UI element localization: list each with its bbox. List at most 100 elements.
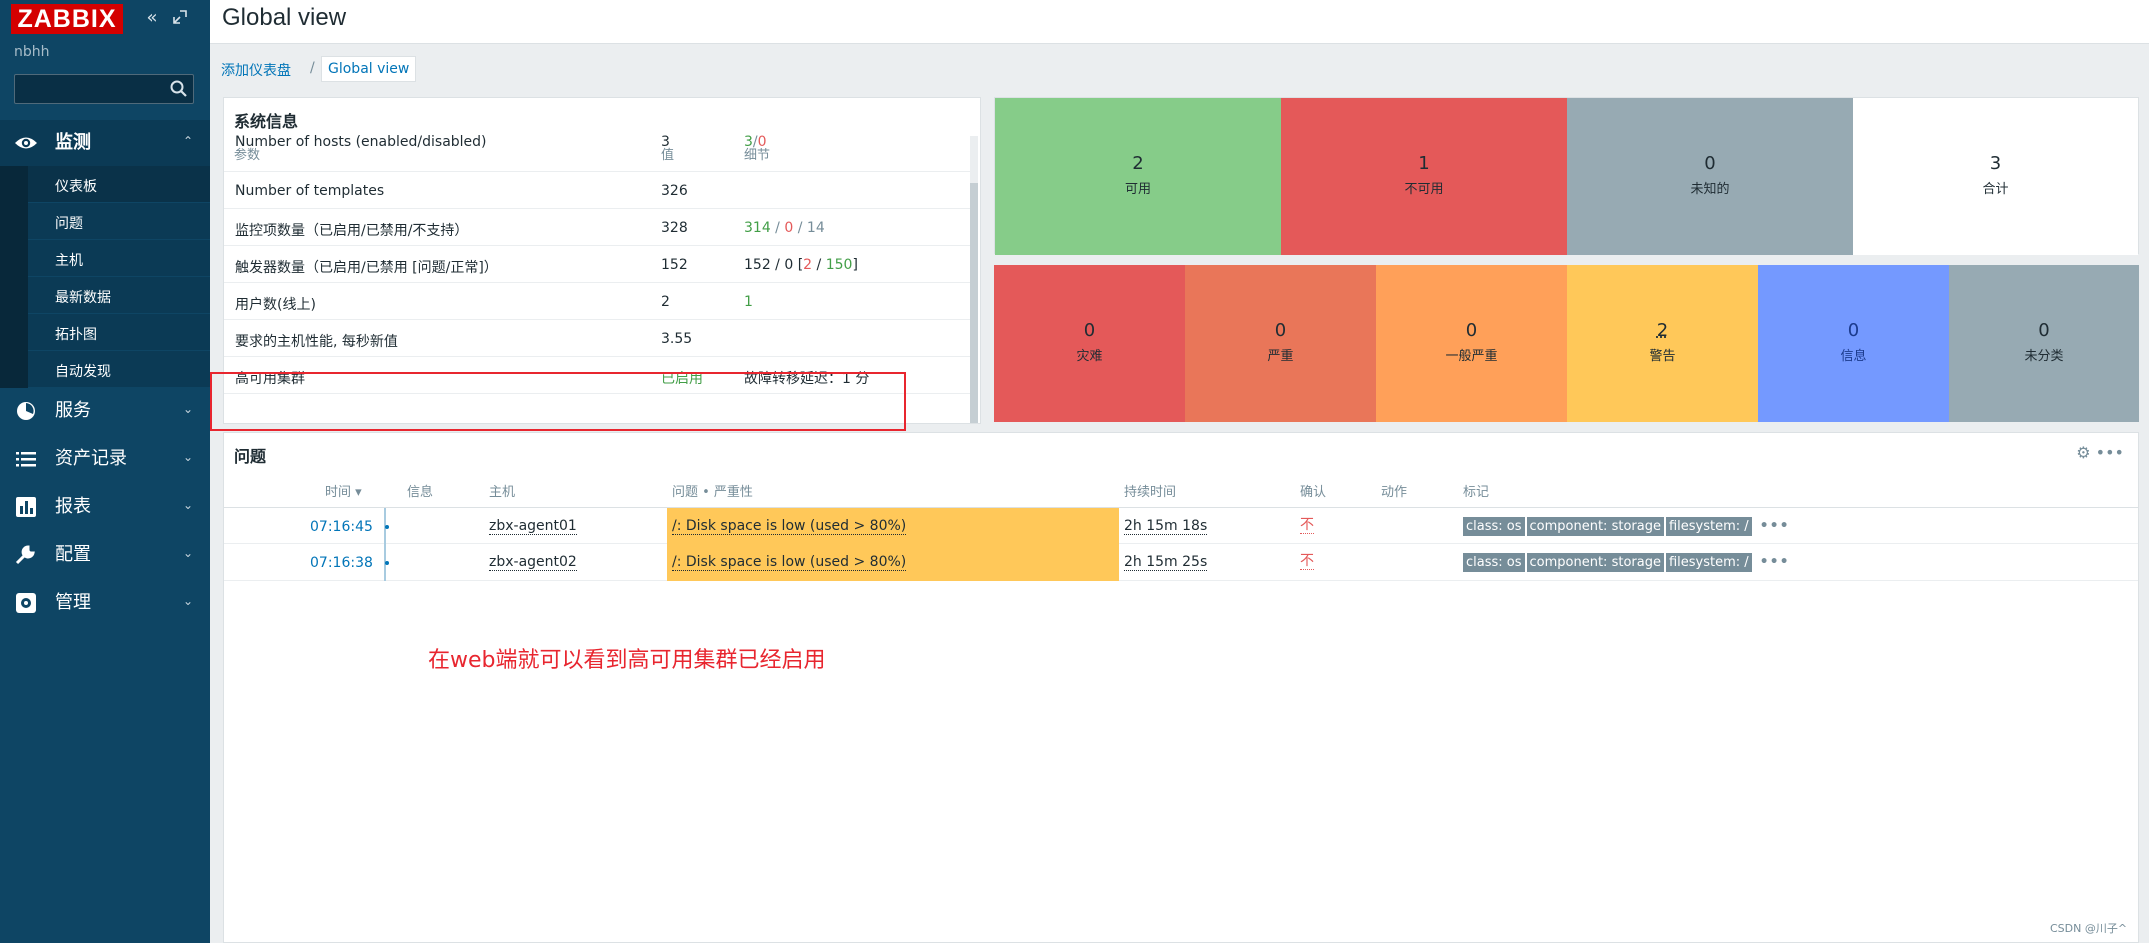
- tag-badge[interactable]: filesystem: /: [1665, 553, 1752, 572]
- column-header-actions: 动作: [1381, 485, 1408, 500]
- duration-link[interactable]: 2h 15m 25s: [1124, 555, 1208, 571]
- severity-tile-disaster[interactable]: 0 灾难: [994, 265, 1185, 422]
- tag-badge[interactable]: class: os: [1463, 553, 1525, 572]
- tile-count: 1: [1418, 153, 1430, 174]
- sidebar-section-services[interactable]: 服务 ⌄: [0, 388, 210, 434]
- availability-tile-available[interactable]: 2 可用: [995, 98, 1281, 255]
- breadcrumb-current[interactable]: Global view: [321, 56, 417, 82]
- value-cell: 3.55: [661, 331, 693, 347]
- highlight-annotation-box: [210, 372, 906, 431]
- value-cell: 152: [661, 257, 688, 273]
- problem-time-link[interactable]: 07:16:38: [310, 555, 373, 571]
- tag-badge[interactable]: filesystem: /: [1665, 517, 1752, 536]
- severity-tile-average[interactable]: 0 一般严重: [1376, 265, 1567, 422]
- sidebar-section-label: 报表: [55, 496, 91, 517]
- ack-link[interactable]: 不: [1300, 554, 1314, 570]
- availability-tile-total[interactable]: 3 合计: [1853, 98, 2138, 255]
- sidebar-section-label: 服务: [55, 400, 91, 421]
- breadcrumb-separator: /: [310, 60, 315, 76]
- sidebar-item-label: 问题: [55, 216, 83, 232]
- column-header-ack: 确认: [1300, 485, 1327, 500]
- column-header-info: 信息: [407, 485, 434, 500]
- sidebar-item-dashboard[interactable]: 仪表板: [28, 166, 210, 203]
- detail-cell: 314 / 0 / 14: [744, 220, 825, 236]
- sidebar-username: nbhh: [14, 44, 50, 60]
- sidebar-section-administration[interactable]: 管理 ⌄: [0, 580, 210, 626]
- table-row: Number of hosts (enabled/disabled) 3 3/0: [224, 135, 974, 172]
- tag-badge[interactable]: class: os: [1463, 517, 1525, 536]
- availability-tile-unavailable[interactable]: 1 不可用: [1281, 98, 1567, 255]
- chevron-down-icon: ⌄: [182, 450, 193, 464]
- sidebar-item-label: 仪表板: [55, 179, 97, 195]
- sidebar-section-inventory[interactable]: 资产记录 ⌄: [0, 436, 210, 482]
- availability-tile-unknown[interactable]: 0 未知的: [1567, 98, 1853, 255]
- tile-caption: 一般严重: [1445, 349, 1498, 364]
- table-row: Number of templates 326: [224, 172, 974, 209]
- reports-icon: [16, 497, 36, 517]
- severity-tile-not-classified[interactable]: 0 未分类: [1949, 265, 2139, 422]
- value-cell: 326: [661, 183, 688, 199]
- breadcrumb-dashboards-link[interactable]: 添加仪表盘: [221, 60, 291, 80]
- more-tags-icon[interactable]: •••: [1760, 518, 1790, 534]
- tile-count: 2: [1132, 153, 1144, 174]
- sidebar-item-discovery[interactable]: 自动发现: [28, 351, 210, 388]
- widget-actions-menu-icon[interactable]: ⚙ •••: [2076, 443, 2124, 462]
- sidebar-item-label: 主机: [55, 253, 83, 269]
- widget-title: 系统信息: [234, 112, 299, 131]
- tile-count: 0: [1704, 153, 1716, 174]
- value-cell: 3: [661, 135, 670, 150]
- sidebar-search-input[interactable]: [14, 74, 194, 104]
- detail-cell: 3/0: [744, 135, 767, 150]
- tag-badge[interactable]: component: storage: [1526, 517, 1664, 536]
- host-link[interactable]: zbx-agent02: [489, 555, 577, 571]
- severity-tile-information[interactable]: 0 信息: [1758, 265, 1949, 422]
- tag-badge[interactable]: component: storage: [1526, 553, 1664, 572]
- severity-tile-high[interactable]: 0 严重: [1185, 265, 1376, 422]
- eye-icon: [15, 137, 37, 149]
- search-icon[interactable]: [169, 79, 189, 99]
- problem-link[interactable]: /: Disk space is low (used > 80%): [672, 519, 907, 535]
- sidebar-section-monitoring[interactable]: 监测 ⌃: [0, 120, 210, 166]
- ack-link[interactable]: 不: [1300, 518, 1314, 534]
- page-header: Global view: [210, 0, 2149, 44]
- column-header-problem: 问题 • 严重性: [672, 485, 753, 500]
- services-icon: [17, 402, 35, 420]
- more-tags-icon[interactable]: •••: [1760, 554, 1790, 570]
- sidebar-item-latest-data[interactable]: 最新数据: [28, 277, 210, 314]
- sidebar-section-configuration[interactable]: 配置 ⌄: [0, 532, 210, 578]
- scrollbar-thumb[interactable]: [970, 183, 978, 423]
- sidebar-item-problems[interactable]: 问题: [28, 203, 210, 240]
- kiosk-mode-icon[interactable]: [170, 8, 190, 28]
- detail-cell: 152 / 0 [2 / 150]: [744, 257, 858, 273]
- gear-icon: [16, 593, 36, 613]
- tile-caption: 不可用: [1404, 182, 1444, 197]
- submenu-rail: [0, 166, 28, 388]
- chevron-down-icon: ⌄: [182, 498, 193, 512]
- tile-count: 2: [1656, 320, 1669, 341]
- sidebar-item-maps[interactable]: 拓扑图: [28, 314, 210, 351]
- problem-cell[interactable]: /: Disk space is low (used > 80%): [667, 544, 1119, 581]
- problem-time-link[interactable]: 07:16:45: [310, 519, 373, 535]
- table-row: 用户数(线上) 2 1: [224, 283, 974, 320]
- monitoring-submenu: 仪表板 问题 主机 最新数据 拓扑图 自动发现: [0, 166, 210, 388]
- sidebar-item-hosts[interactable]: 主机: [28, 240, 210, 277]
- severity-tile-warning[interactable]: 2 警告: [1567, 265, 1758, 422]
- tile-caption: 信息: [1840, 349, 1867, 364]
- tile-count: 0: [1274, 320, 1287, 341]
- double-chevron-left-icon[interactable]: «: [142, 8, 162, 28]
- table-row: 07:16:38 zbx-agent02 /: Disk space is lo…: [224, 544, 2138, 581]
- tile-caption: 未知的: [1690, 182, 1730, 197]
- problem-link[interactable]: /: Disk space is low (used > 80%): [672, 555, 907, 571]
- param-cell: Number of hosts (enabled/disabled): [235, 135, 487, 150]
- tile-count: 3: [1989, 153, 2002, 174]
- host-link[interactable]: zbx-agent01: [489, 519, 577, 535]
- sidebar-section-reports[interactable]: 报表 ⌄: [0, 484, 210, 530]
- problem-cell[interactable]: /: Disk space is low (used > 80%): [667, 508, 1119, 545]
- duration-link[interactable]: 2h 15m 18s: [1124, 519, 1208, 535]
- tile-caption: 合计: [1982, 182, 2009, 197]
- page-title: Global view: [222, 4, 347, 31]
- zabbix-logo[interactable]: ZABBIX: [11, 4, 123, 34]
- column-header-time[interactable]: 时间 ▾: [325, 481, 362, 500]
- status-dot: [385, 561, 389, 565]
- list-icon: [16, 452, 36, 467]
